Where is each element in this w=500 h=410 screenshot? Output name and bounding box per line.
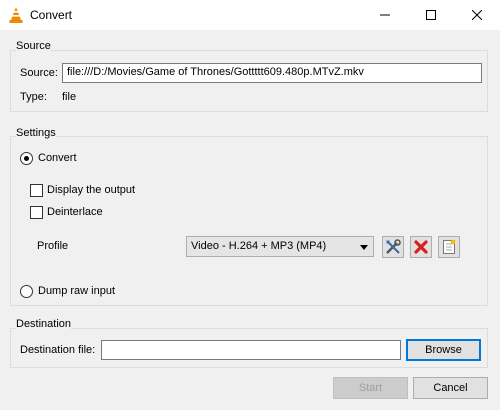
vlc-cone-icon: [8, 6, 24, 24]
source-label: Source:: [20, 67, 58, 79]
browse-button-label: Browse: [425, 344, 462, 356]
dump-raw-radio[interactable]: [20, 285, 33, 298]
window-title: Convert: [30, 8, 73, 22]
deinterlace-label[interactable]: Deinterlace: [47, 206, 103, 218]
title-bar: Convert: [0, 0, 500, 30]
close-icon: [472, 10, 482, 20]
destination-group-title: Destination: [16, 318, 72, 330]
maximize-icon: [426, 10, 436, 20]
source-group-title: Source: [16, 40, 51, 52]
cancel-button-label: Cancel: [433, 382, 468, 394]
minimize-icon: [380, 14, 390, 16]
profile-select[interactable]: Video - H.264 + MP3 (MP4): [186, 236, 374, 257]
destination-file-label: Destination file:: [20, 344, 96, 356]
cancel-button[interactable]: Cancel: [413, 377, 488, 399]
minimize-button[interactable]: [362, 0, 408, 30]
start-button-label: Start: [358, 382, 383, 394]
convert-radio[interactable]: [20, 152, 33, 165]
convert-label[interactable]: Convert: [38, 152, 77, 164]
settings-group-title: Settings: [16, 127, 56, 139]
profile-select-value: Video - H.264 + MP3 (MP4): [191, 240, 327, 252]
deinterlace-checkbox[interactable]: [30, 206, 43, 219]
settings-group: [10, 136, 488, 306]
display-output-checkbox[interactable]: [30, 184, 43, 197]
browse-button[interactable]: Browse: [406, 339, 481, 361]
red-x-icon: [414, 240, 428, 254]
chevron-down-icon: [360, 245, 368, 250]
type-value: file: [62, 91, 77, 103]
dump-raw-label[interactable]: Dump raw input: [38, 285, 115, 297]
type-label: Type:: [20, 91, 47, 103]
start-button[interactable]: Start: [333, 377, 408, 399]
destination-file-input[interactable]: [101, 340, 401, 360]
close-button[interactable]: [454, 0, 500, 30]
new-document-icon: [443, 239, 456, 254]
source-input[interactable]: file:///D:/Movies/Game of Thrones/Gotttt…: [62, 63, 482, 83]
delete-profile-button[interactable]: [410, 236, 432, 258]
profile-label: Profile: [37, 240, 69, 252]
wrench-screwdriver-icon: [386, 239, 401, 254]
maximize-button[interactable]: [408, 0, 454, 30]
new-profile-button[interactable]: [438, 236, 460, 258]
display-output-label[interactable]: Display the output: [47, 184, 135, 196]
edit-profile-button[interactable]: [382, 236, 404, 258]
